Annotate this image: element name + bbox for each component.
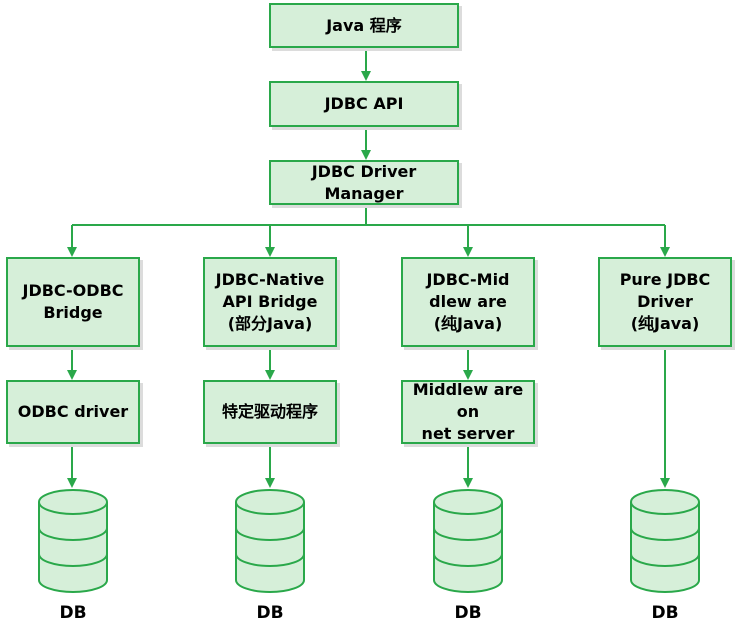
layer-label: 特定驱动程序 [221,402,318,421]
driver-box-jdbc-middleware: JDBC-Mid dlew are (纯Java) [401,257,535,347]
db-label: DB [59,603,87,623]
layer-label: ODBC driver [17,402,129,421]
jdbc-api-box: JDBC API [269,81,459,127]
layer-box-middleware-server: Middlew are on net server [401,380,535,444]
java-program-box: Java 程序 [269,3,459,48]
driver-label: JDBC-ODBC Bridge [22,281,124,322]
layer-box-specific-driver: 特定驱动程序 [203,380,337,444]
jdbc-architecture-diagram: Java 程序 JDBC API JDBC Driver Manager JDB… [0,0,739,632]
driver-label: Pure JDBC Driver (纯Java) [619,270,711,333]
driver-box-jdbc-odbc: JDBC-ODBC Bridge [6,257,140,347]
database-icon [235,489,305,593]
database-icon [38,489,108,593]
driver-label: JDBC-Native API Bridge (部分Java) [215,270,325,333]
db-label: DB [256,603,284,623]
driver-manager-box: JDBC Driver Manager [269,160,459,205]
layer-label: Middlew are on net server [412,380,524,443]
db-label: DB [454,603,482,623]
java-program-label: Java 程序 [326,15,402,35]
db-label: DB [651,603,679,623]
database-icon [433,489,503,593]
database-icon [630,489,700,593]
driver-box-jdbc-native: JDBC-Native API Bridge (部分Java) [203,257,337,347]
driver-label: JDBC-Mid dlew are (纯Java) [426,270,510,333]
layer-box-odbc-driver: ODBC driver [6,380,140,444]
driver-box-pure-jdbc: Pure JDBC Driver (纯Java) [598,257,732,347]
jdbc-api-label: JDBC API [324,94,404,113]
driver-manager-label: JDBC Driver Manager [311,161,417,203]
